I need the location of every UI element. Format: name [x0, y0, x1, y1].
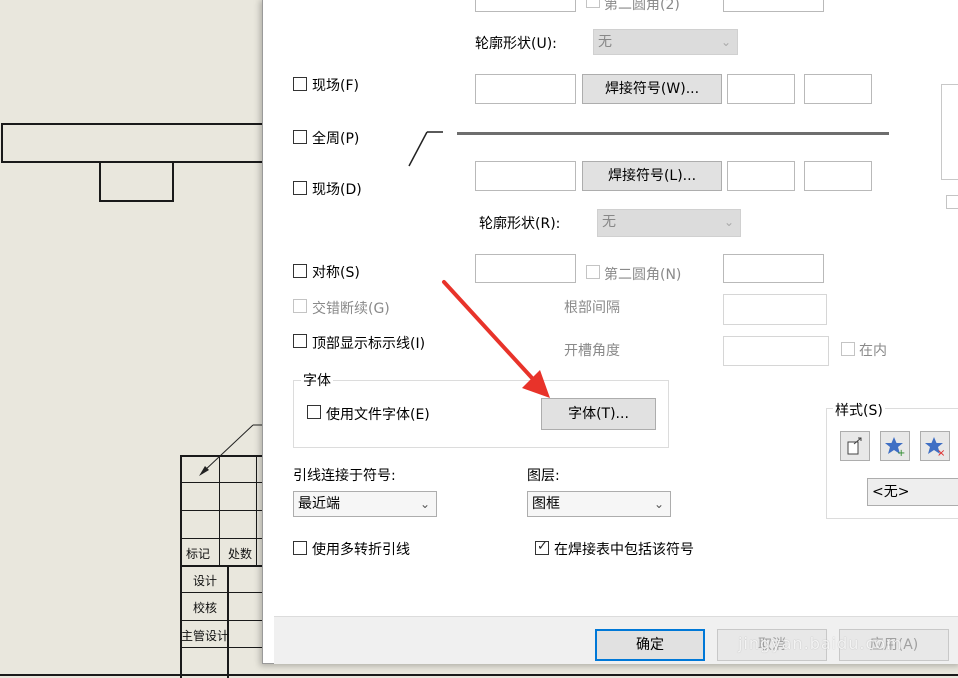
chevron-down-icon: ⌄ — [653, 497, 664, 511]
use-doc-font-checkbox[interactable] — [307, 405, 321, 419]
upper-prefix-field[interactable] — [475, 74, 576, 104]
upper-second-field[interactable] — [723, 0, 824, 12]
drawing-line — [1, 161, 263, 163]
upper-pitch-field[interactable] — [804, 74, 872, 104]
leader-attach-select[interactable]: 最近端 ⌄ — [293, 491, 437, 517]
drawing-line — [1, 123, 3, 163]
use-doc-font-label: 使用文件字体(E) — [326, 407, 430, 423]
second-fillet-lower-checkbox[interactable] — [586, 265, 600, 279]
drawing-line — [99, 200, 174, 202]
drawing-line — [227, 565, 229, 678]
preview-checkbox[interactable] — [946, 195, 958, 209]
style-select[interactable]: <无> — [867, 478, 958, 506]
svg-text:+: + — [897, 448, 905, 456]
contour-lower-value: 无 — [602, 214, 616, 230]
layer-value: 图框 — [532, 496, 560, 512]
all-around-label: 全周(P) — [312, 131, 360, 147]
symmetric-checkbox[interactable] — [293, 264, 307, 278]
watermark: jingyan.baidu.com — [738, 634, 903, 653]
all-around-checkbox[interactable] — [293, 130, 307, 144]
save-style-icon[interactable]: + — [880, 431, 910, 461]
chevron-down-icon: ⌄ — [720, 35, 731, 49]
inside-label: 在内 — [859, 343, 887, 359]
staggered-label: 交错断续(G) — [312, 301, 390, 317]
drawing-line — [172, 161, 174, 202]
groove-angle-field[interactable] — [723, 336, 829, 366]
annotation-arrow — [442, 280, 550, 398]
layer-label: 图层: — [527, 468, 560, 484]
drawing-line — [180, 620, 264, 621]
drawing-line — [180, 565, 264, 567]
field-lower-label: 现场(D) — [312, 182, 362, 198]
title-cell-text: 设计 — [193, 574, 218, 588]
second-fillet-upper-label: 第二圆角(2) — [604, 0, 680, 13]
second-fillet-lower-label: 第二圆角(N) — [604, 267, 682, 283]
contour-lower-label: 轮廓形状(R): — [479, 216, 561, 232]
chevron-down-icon: ⌄ — [723, 215, 734, 229]
field-upper-label: 现场(F) — [312, 78, 359, 94]
lower-pitch-field[interactable] — [804, 161, 872, 191]
drawing-line — [180, 510, 264, 511]
leader-preview-icon — [408, 131, 443, 167]
field-upper-checkbox[interactable] — [293, 77, 307, 91]
inside-checkbox[interactable] — [841, 342, 855, 356]
title-cell-text: 处数 — [228, 547, 253, 561]
top-indicator-label: 顶部显示标示线(I) — [312, 336, 426, 352]
groove-angle-label: 开槽角度 — [564, 343, 620, 359]
include-in-table-label: 在焊接表中包括该符号 — [554, 542, 694, 558]
top-indicator-checkbox[interactable] — [293, 334, 307, 348]
title-cell-text: 标记 — [186, 547, 211, 561]
multi-jog-checkbox[interactable] — [293, 541, 307, 555]
chevron-down-icon: ⌄ — [419, 497, 430, 511]
include-in-table-checkbox[interactable] — [535, 539, 549, 555]
drawing-line — [180, 482, 264, 483]
contour-lower-select[interactable]: 无 ⌄ — [597, 209, 741, 237]
ok-button[interactable]: 确定 — [595, 629, 705, 661]
contour-upper-label: 轮廓形状(U): — [475, 36, 557, 52]
preview-box — [941, 84, 958, 180]
lower-prefix-field[interactable] — [475, 161, 576, 191]
leader-attach-label: 引线连接于符号: — [293, 468, 396, 484]
staggered-checkbox[interactable] — [293, 299, 307, 313]
leader-attach-value: 最近端 — [298, 496, 340, 512]
style-group-title: 样式(S) — [833, 400, 885, 420]
upper-length-field[interactable] — [727, 74, 795, 104]
style-select-value: <无> — [872, 484, 910, 500]
lower-second-field[interactable] — [723, 254, 824, 283]
drawing-line — [180, 647, 264, 648]
contour-upper-select[interactable]: 无 ⌄ — [593, 29, 738, 55]
multi-jog-label: 使用多转折引线 — [312, 542, 410, 558]
lower-length-field[interactable] — [727, 161, 795, 191]
title-cell-text: 校核 — [193, 601, 218, 615]
symmetric-label: 对称(S) — [312, 265, 360, 281]
font-group-title: 字体 — [301, 370, 333, 390]
drawing-line — [180, 592, 264, 593]
root-spacing-label: 根部间隔 — [564, 300, 620, 316]
drawing-line — [180, 538, 264, 539]
weld-symbol-dialog: 第二圆角(2) 轮廓形状(U): 无 ⌄ 现场(F) 焊接符号(W)... 全周… — [262, 0, 958, 664]
reference-line — [457, 132, 889, 135]
delete-style-icon[interactable]: × — [920, 431, 950, 461]
drawing-line — [99, 161, 101, 202]
add-style-icon[interactable] — [840, 431, 870, 461]
weld-symbol-lower-button[interactable]: 焊接符号(L)... — [582, 161, 722, 191]
drawing-line — [0, 674, 958, 676]
root-spacing-field[interactable] — [723, 294, 827, 325]
title-cell-text: 主管设计 — [181, 629, 230, 643]
weld-symbol-upper-button[interactable]: 焊接符号(W)... — [582, 74, 722, 104]
leader-line-drawing — [199, 424, 265, 476]
layer-select[interactable]: 图框 ⌄ — [527, 491, 671, 517]
drawing-line — [180, 455, 182, 678]
contour-upper-value: 无 — [598, 34, 612, 50]
drawing-line — [1, 123, 263, 125]
upper-size-field[interactable] — [475, 0, 576, 12]
second-fillet-upper-checkbox[interactable] — [586, 0, 600, 8]
svg-text:×: × — [937, 448, 945, 456]
field-lower-checkbox[interactable] — [293, 181, 307, 195]
